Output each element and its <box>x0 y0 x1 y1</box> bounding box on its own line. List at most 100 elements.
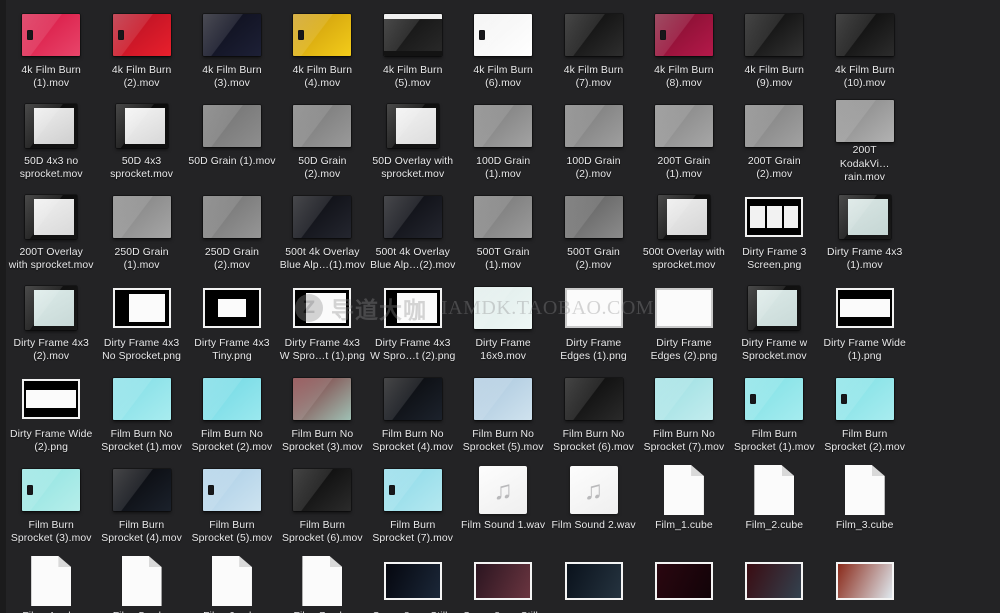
file-item[interactable]: 500T Grain (2).mov <box>548 184 638 275</box>
file-item[interactable]: Film Burn No Sprocket (6).mov <box>548 366 638 457</box>
file-item[interactable]: Film Burn Sprocket (7).mov <box>368 457 458 548</box>
file-thumbnail <box>6 2 96 64</box>
film-sprocket-hole-icon <box>479 30 486 40</box>
file-item[interactable]: Dirty Frame 4x3 W Spro…t (2).png <box>368 275 458 366</box>
file-name-label: Film Burn Sprocket (3).mov <box>10 520 92 545</box>
file-item[interactable]: ♫ Film Sound 2.wav <box>548 457 638 548</box>
file-item[interactable]: 50D Grain (2).mov <box>277 93 367 184</box>
file-item[interactable]: 500T Grain (1).mov <box>458 184 548 275</box>
file-item[interactable]: Dirty Frame Edges (1).png <box>548 275 638 366</box>
image-file-thumbnail <box>654 562 713 600</box>
thumbnail-inner-frame <box>757 290 798 326</box>
file-item[interactable]: 250D Grain (2).mov <box>187 184 277 275</box>
file-item[interactable]: 4k Film Burn (10).mov <box>820 2 910 93</box>
movie-thumbnail <box>202 378 261 420</box>
thumbnail-sheen <box>112 196 171 238</box>
file-item[interactable]: 50D 4x3 sprocket.mov <box>96 93 186 184</box>
file-thumbnail <box>549 2 639 64</box>
document-fold-corner-icon <box>148 556 162 567</box>
file-item[interactable]: 4k Film Burn (9).mov <box>729 2 819 93</box>
file-item[interactable]: 500t Overlay with sprocket.mov <box>639 184 729 275</box>
file-item[interactable]: ♫ Film Sound 1.wav <box>458 457 548 548</box>
movie-thumbnail-inset <box>25 195 78 239</box>
file-item[interactable]: Super 8mm Stills (2).jpg <box>458 548 548 613</box>
file-item[interactable]: Film Burn No Sprocket (5).mov <box>458 366 548 457</box>
file-item[interactable]: Film_5.cube <box>96 548 186 613</box>
file-item[interactable]: Film Burn Sprocket (5).mov <box>187 457 277 548</box>
file-item[interactable]: Film_2.cube <box>729 457 819 548</box>
file-name-label: Dirty Frame 4x3 (2).mov <box>13 338 89 363</box>
file-item[interactable] <box>639 548 729 613</box>
file-item[interactable]: Film Burn Sprocket (1).mov <box>729 366 819 457</box>
file-thumbnail <box>458 2 548 64</box>
file-item[interactable]: Film Burn Sprocket (3).mov <box>6 457 96 548</box>
file-item[interactable]: Dirty Frame 4x3 W Spro…t (1).png <box>277 275 367 366</box>
file-item[interactable]: 4k Film Burn (3).mov <box>187 2 277 93</box>
file-thumbnail <box>458 184 548 246</box>
file-item[interactable]: Film_1.cube <box>639 457 729 548</box>
png-frame-thumbnail <box>835 288 894 328</box>
file-item[interactable]: 100D Grain (1).mov <box>458 93 548 184</box>
file-item[interactable]: Dirty Frame 4x3 Tiny.png <box>187 275 277 366</box>
file-item[interactable]: Dirty Frame Edges (2).png <box>639 275 729 366</box>
file-item[interactable]: 200T Grain (2).mov <box>729 93 819 184</box>
movie-thumbnail <box>202 105 261 147</box>
file-item[interactable]: Dirty Frame Wide (2).png <box>6 366 96 457</box>
music-note-icon: ♫ <box>583 475 604 505</box>
file-item[interactable]: Dirty Frame w Sprocket.mov <box>729 275 819 366</box>
file-item[interactable]: Film Burn No Sprocket (4).mov <box>368 366 458 457</box>
file-item[interactable] <box>820 548 910 613</box>
file-item[interactable]: 4k Film Burn (8).mov <box>639 2 729 93</box>
file-item[interactable]: 100D Grain (2).mov <box>548 93 638 184</box>
file-item[interactable]: 200T Overlay with sprocket.mov <box>6 184 96 275</box>
file-item[interactable]: Dirty Frame 16x9.mov <box>458 275 548 366</box>
file-icon-grid[interactable]: 4k Film Burn (1).mov 4k Film Burn (2).mov… <box>0 0 1000 613</box>
file-item[interactable]: 500t 4k Overlay Blue Alp…(1).mov <box>277 184 367 275</box>
file-item[interactable] <box>548 548 638 613</box>
file-item[interactable]: 4k Film Burn (4).mov <box>277 2 367 93</box>
file-item[interactable]: 50D Grain (1).mov <box>187 93 277 184</box>
thumbnail-sheen <box>202 196 261 238</box>
file-thumbnail <box>187 366 277 428</box>
file-item[interactable]: Dirty Frame 4x3 No Sprocket.png <box>96 275 186 366</box>
file-item[interactable]: 4k Film Burn (1).mov <box>6 2 96 93</box>
file-item[interactable]: 50D 4x3 no sprocket.mov <box>6 93 96 184</box>
file-item[interactable]: Film Burn Sprocket (6).mov <box>277 457 367 548</box>
file-item[interactable]: Film_7.cube <box>277 548 367 613</box>
file-name-label: Dirty Frame Edges (2).png <box>650 338 718 363</box>
file-item[interactable]: 250D Grain (1).mov <box>96 184 186 275</box>
film-sprocket-hole-icon <box>298 30 305 40</box>
file-item[interactable]: 4k Film Burn (5).mov <box>368 2 458 93</box>
image-file-thumbnail <box>564 562 623 600</box>
file-item[interactable]: 4k Film Burn (6).mov <box>458 2 548 93</box>
file-item[interactable]: Film Burn No Sprocket (7).mov <box>639 366 729 457</box>
file-item[interactable]: Film Burn Sprocket (2).mov <box>820 366 910 457</box>
file-item[interactable]: Film Burn Sprocket (4).mov <box>96 457 186 548</box>
file-name-label: 4k Film Burn (2).mov <box>111 65 172 90</box>
file-item[interactable]: 500t 4k Overlay Blue Alp…(2).mov <box>368 184 458 275</box>
file-item[interactable]: Dirty Frame 4x3 (2).mov <box>6 275 96 366</box>
file-item[interactable]: Dirty Frame 4x3 (1).mov <box>820 184 910 275</box>
file-item[interactable]: 200T KodakVi…rain.mov <box>820 93 910 184</box>
file-item[interactable]: Dirty Frame Wide (1).png <box>820 275 910 366</box>
file-name-label: 50D 4x3 sprocket.mov <box>110 156 174 181</box>
file-item[interactable]: Film_4.cube <box>6 548 96 613</box>
file-item[interactable]: 200T Grain (1).mov <box>639 93 729 184</box>
file-item[interactable]: Dirty Frame 3 Screen.png <box>729 184 819 275</box>
file-thumbnail <box>729 275 819 337</box>
file-item[interactable]: Film_6.cube <box>187 548 277 613</box>
file-item[interactable]: 50D Overlay with sprocket.mov <box>368 93 458 184</box>
movie-thumbnail-inset <box>386 104 439 148</box>
document-file-icon <box>31 556 72 606</box>
file-item[interactable]: Film Burn No Sprocket (3).mov <box>277 366 367 457</box>
file-item[interactable]: Super 8mm Stills (1).jpg <box>368 548 458 613</box>
file-item[interactable]: Film Burn No Sprocket (1).mov <box>96 366 186 457</box>
png-frame-thumbnail <box>112 288 171 328</box>
file-item[interactable]: 4k Film Burn (7).mov <box>548 2 638 93</box>
png-frame-thumbnail <box>564 288 623 328</box>
file-item[interactable]: Film_3.cube <box>820 457 910 548</box>
file-item[interactable]: 4k Film Burn (2).mov <box>96 2 186 93</box>
file-item[interactable]: Film Burn No Sprocket (2).mov <box>187 366 277 457</box>
file-item[interactable] <box>729 548 819 613</box>
movie-thumbnail <box>383 378 442 420</box>
